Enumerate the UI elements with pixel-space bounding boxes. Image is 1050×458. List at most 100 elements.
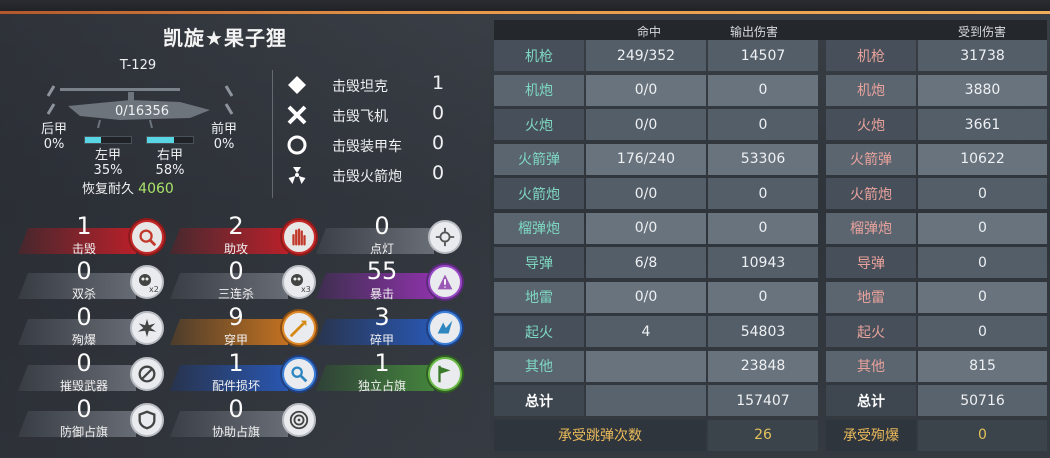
- weapon-name-received: 起火: [826, 316, 916, 347]
- table-row: 机炮 0/0 0 机炮 3880: [494, 74, 1047, 106]
- hits-value: 0/0: [586, 74, 706, 106]
- flag-icon: [428, 357, 462, 391]
- table-row: 机枪 249/352 14507 机枪 31738: [494, 40, 1047, 71]
- total-received: 50716: [918, 385, 1047, 416]
- header-hits: 命中: [636, 25, 661, 39]
- hits-value: 0/0: [586, 212, 706, 244]
- weapon-name: 火箭弹: [494, 143, 584, 175]
- damage-received-value: 0: [918, 247, 1047, 278]
- rear-armor-label: 后甲: [40, 122, 67, 137]
- stat-shatter: 3 碎甲: [316, 303, 466, 347]
- stat-value: 0: [76, 349, 92, 377]
- stat-label: 三连杀: [217, 287, 254, 301]
- kill-value: 0: [431, 102, 445, 124]
- damage-dealt-value: 0: [708, 281, 818, 313]
- hits-value: 0/0: [586, 178, 706, 209]
- stat-label: 碎甲: [369, 333, 394, 347]
- shield-icon: [130, 403, 164, 437]
- stat-value: 1: [374, 349, 390, 377]
- header-dealt: 输出伤害: [729, 25, 778, 39]
- stat-destroy-weapon: 0 摧毁武器: [18, 349, 168, 393]
- diamond-icon: [288, 76, 306, 94]
- rear-armor-value: 0%: [43, 137, 65, 152]
- stat-label: 独立占旗: [357, 379, 406, 393]
- total-row: 总计 157407 总计 50716: [494, 385, 1047, 416]
- damage-dealt-value: 53306: [708, 143, 818, 175]
- stat-label: 殉爆: [71, 333, 96, 347]
- stat-label: 点灯: [369, 242, 394, 256]
- damage-received-value: 3880: [918, 74, 1047, 106]
- kill-row-rocket-artillery: 击毁火箭炮 0: [286, 160, 456, 188]
- cross-icon: [287, 105, 307, 125]
- kill-label: 击毁坦克: [332, 79, 388, 95]
- table-row: 导弹 6/8 10943 导弹 0: [494, 247, 1047, 278]
- table-row: 榴弹炮 0/0 0 榴弹炮 0: [494, 212, 1047, 244]
- hits-value: 176/240: [586, 143, 706, 175]
- damage-table: 命中 输出伤害 受到伤害 机枪 249/352 14507 机枪 31738 机炮 0/0 0…: [494, 20, 1047, 458]
- right-armor-label: 右甲: [156, 148, 183, 163]
- right-armor: 右甲 58%: [148, 148, 192, 178]
- kill-value: 0: [431, 132, 445, 154]
- rear-armor: 后甲 0%: [32, 122, 76, 152]
- stat-label: 配件损坏: [211, 379, 260, 393]
- stat-value: 9: [228, 303, 244, 331]
- stat-label: 助攻: [223, 242, 248, 256]
- stat-spot-light: 0 点灯: [316, 212, 466, 256]
- weapon-name: 机枪: [494, 40, 584, 71]
- damage-dealt-value: 0: [708, 212, 818, 244]
- stat-assist-hand: 2 助攻: [170, 212, 320, 256]
- stat-label: 穿甲: [223, 333, 248, 347]
- damage-received-value: 0: [918, 212, 1047, 244]
- damage-received-value: 815: [918, 350, 1047, 382]
- stat-label: 暴击: [369, 287, 394, 301]
- table-row: 火箭炮 0/0 0 火箭炮 0: [494, 178, 1047, 209]
- right-armor-fill: [147, 137, 174, 143]
- kill-value: 0: [431, 162, 445, 184]
- stat-label: 协助占旗: [211, 425, 260, 439]
- stat-value: 0: [374, 212, 390, 240]
- assist-hand-icon: [282, 220, 316, 254]
- weapon-name-received: 火炮: [826, 109, 916, 140]
- hits-value: 4: [586, 316, 706, 347]
- weapon-name-received: 机炮: [826, 74, 916, 106]
- module-damage-icon: [282, 357, 316, 391]
- damage-dealt-value: 0: [708, 109, 818, 140]
- vehicle-id: T-129: [119, 58, 157, 73]
- hits-value: 6/8: [586, 247, 706, 278]
- skull-x2-icon: x2: [130, 265, 164, 299]
- damage-dealt-value: 0: [708, 74, 818, 106]
- stat-flag: 1 独立占旗: [316, 349, 466, 393]
- shatter-icon: [428, 311, 462, 345]
- table-row: 火炮 0/0 0 火炮 3661: [494, 109, 1047, 140]
- stat-value: 0: [76, 303, 92, 331]
- repair-value: 4060: [138, 181, 174, 197]
- stat-skull-x2: 0 双杀 x2: [18, 257, 168, 301]
- svg-text:x3: x3: [301, 285, 311, 294]
- stat-label: 摧毁武器: [59, 379, 108, 393]
- stat-shield: 0 防御占旗: [18, 395, 168, 439]
- weapon-name: 机炮: [494, 74, 584, 106]
- weapon-name-received: 榴弹炮: [826, 212, 916, 244]
- table-row: 起火 4 54803 起火 0: [494, 316, 1047, 347]
- stat-value: 0: [228, 395, 244, 423]
- left-armor-label: 左甲: [94, 148, 121, 163]
- stat-value: 2: [228, 212, 244, 240]
- damage-received-value: 0: [918, 281, 1047, 313]
- front-armor-value: 0%: [213, 137, 235, 152]
- left-armor-fill: [85, 137, 102, 143]
- damage-dealt-value: 23848: [708, 350, 818, 382]
- divider: [272, 70, 273, 198]
- kill-target-icon: [130, 220, 164, 254]
- kill-label: 击毁装甲车: [332, 139, 402, 155]
- total-label-received: 总计: [826, 385, 916, 416]
- vehicle-hp: 0/16356: [114, 104, 169, 119]
- damage-dealt-value: 10943: [708, 247, 818, 278]
- left-armor-bar: [84, 136, 132, 144]
- hits-value: [586, 350, 706, 382]
- stat-skull-x3: 0 三连杀 x3: [170, 257, 320, 301]
- damage-dealt-value: 14507: [708, 40, 818, 71]
- stat-value: 1: [228, 349, 244, 377]
- weapon-name: 起火: [494, 316, 584, 347]
- critical-icon: [428, 265, 462, 299]
- right-armor-bar: [146, 136, 194, 144]
